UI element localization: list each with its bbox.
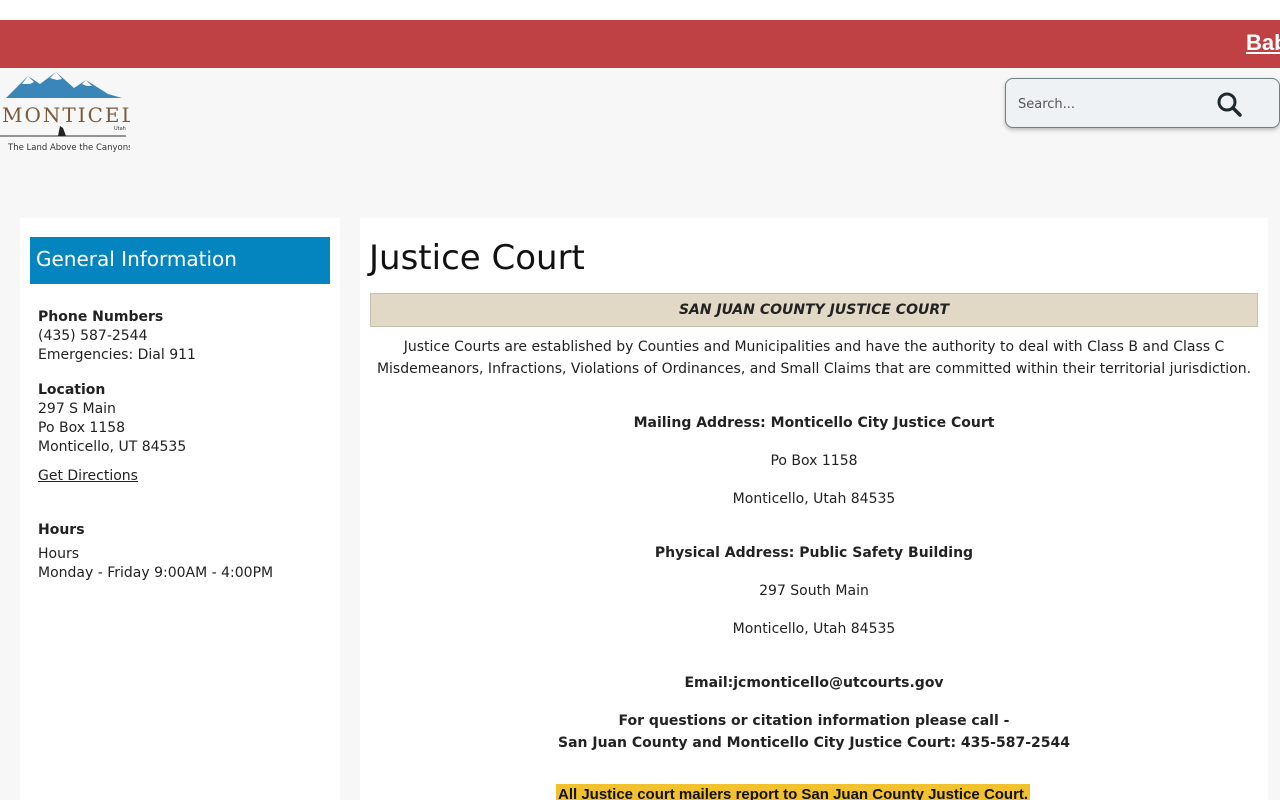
mailing-line2: Monticello, Utah 84535 — [732, 491, 896, 507]
search-box — [1005, 78, 1280, 128]
logo-text: MONTICELLO — [2, 103, 130, 127]
email-line: Email:jcmonticello@utcourts.gov — [684, 675, 944, 691]
emergency-number: Emergencies: Dial 911 — [38, 347, 196, 363]
search-button[interactable] — [1214, 89, 1244, 119]
mountain-logo-icon: MONTICELLO Utah The Land Above the Canyo… — [0, 72, 130, 153]
location-heading: Location — [38, 382, 106, 398]
intro-line-1: Justice Courts are established by Counti… — [403, 339, 1225, 355]
location-line3: Monticello, UT 84535 — [38, 439, 187, 455]
hours-schedule: Monday - Friday 9:00AM - 4:00PM — [38, 565, 274, 581]
sidebar-title: General Information — [30, 237, 330, 284]
top-gap — [0, 0, 1280, 20]
svg-text:The Land Above the Canyons: The Land Above the Canyons — [7, 143, 130, 153]
physical-heading: Physical Address: Public Safety Building — [654, 545, 974, 561]
sidebar: General Information Phone Numbers (435) … — [20, 218, 340, 800]
mailing-line1: Po Box 1158 — [770, 453, 858, 469]
page-title: Justice Court — [369, 238, 585, 278]
intro-line-2: Misdemeanors, Infractions, Violations of… — [376, 361, 1252, 377]
main-content: Justice Court SAN JUAN COUNTY JUSTICE CO… — [360, 218, 1268, 800]
hours-label: Hours — [38, 546, 80, 562]
phone-heading: Phone Numbers — [38, 309, 164, 325]
hours-heading: Hours — [38, 522, 85, 538]
physical-line1: 297 South Main — [759, 583, 869, 599]
alert-link[interactable]: Bab — [1246, 30, 1280, 56]
physical-line2: Monticello, Utah 84535 — [732, 621, 896, 637]
questions-line2: San Juan County and Monticello City Just… — [558, 735, 1070, 751]
svg-text:Utah: Utah — [114, 126, 126, 132]
search-input[interactable] — [1018, 93, 1208, 115]
site-logo[interactable]: MONTICELLO Utah The Land Above the Canyo… — [0, 70, 130, 156]
get-directions-link[interactable]: Get Directions — [38, 467, 138, 486]
intro-paragraph: Justice Courts are established by Counti… — [370, 336, 1258, 380]
alert-bar: Bab — [0, 20, 1280, 68]
court-banner: SAN JUAN COUNTY JUSTICE COURT — [370, 293, 1258, 327]
mailer-notice: All Justice court mailers report to San … — [556, 784, 1031, 800]
mailing-heading: Mailing Address: Monticello City Justice… — [633, 415, 995, 431]
search-icon — [1217, 92, 1242, 117]
questions-line1: For questions or citation information pl… — [618, 713, 1010, 729]
location-line2: Po Box 1158 — [38, 420, 126, 436]
phone-number: (435) 587-2544 — [38, 328, 148, 344]
location-line1: 297 S Main — [38, 401, 116, 417]
